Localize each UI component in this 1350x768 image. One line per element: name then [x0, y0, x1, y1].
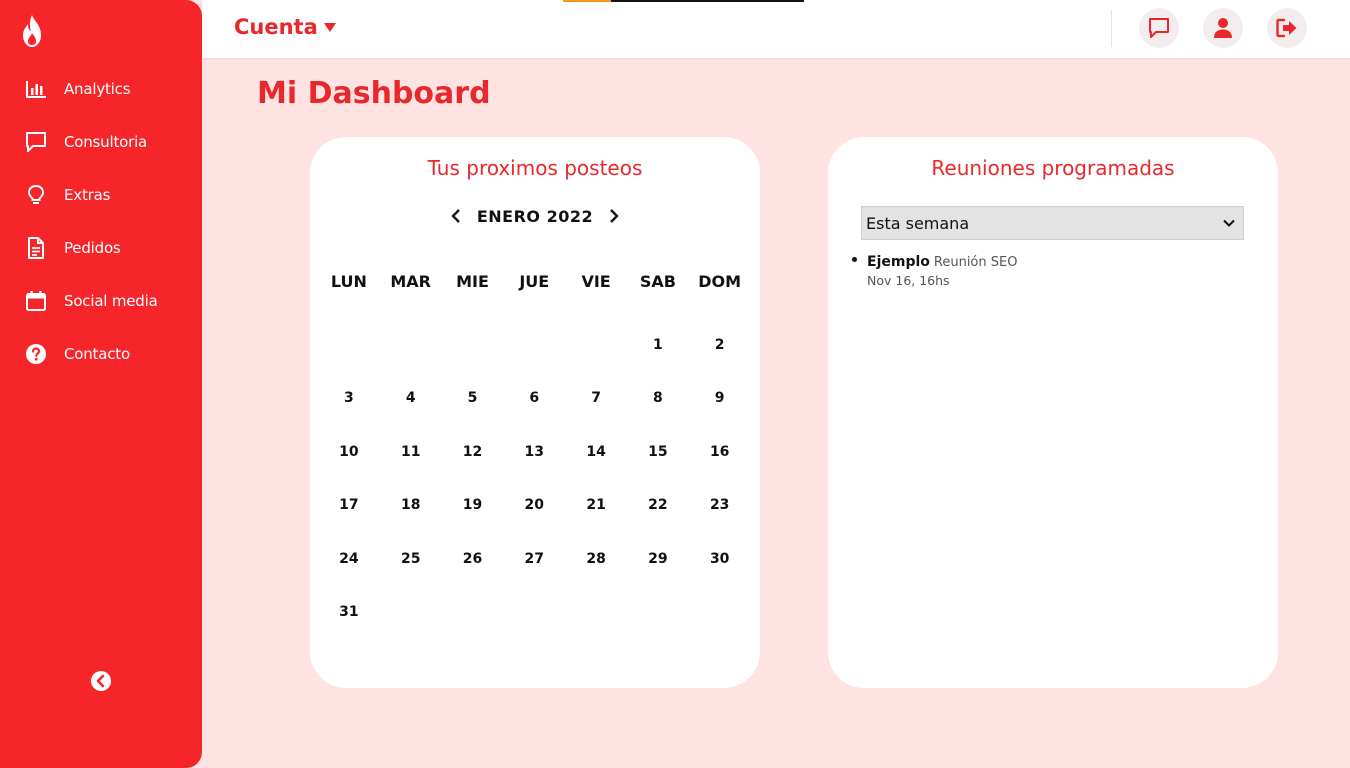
calendar-icon	[24, 289, 48, 313]
profile-button[interactable]	[1203, 8, 1243, 48]
weekday-label: DOM	[698, 271, 742, 291]
calendar-day[interactable]: 10	[318, 444, 380, 460]
question-circle-icon	[24, 342, 48, 366]
bar-chart-icon	[24, 77, 48, 101]
calendar-day[interactable]: 11	[380, 444, 442, 460]
calendar-week: 3 4 5 6 7 8 9	[318, 372, 751, 426]
calendar-grid: LUN MAR MIE JUE VIE SAB DOM 1 2 3 4 5 6 …	[318, 264, 751, 639]
calendar-week: 10 11 12 13 14 15 16	[318, 425, 751, 479]
weekday-label: MIE	[456, 271, 489, 291]
calendar-day[interactable]: 31	[318, 604, 380, 620]
calendar-day[interactable]: 4	[380, 390, 442, 406]
calendar-day[interactable]: 26	[442, 551, 504, 567]
calendar-day[interactable]: 18	[380, 497, 442, 513]
sidebar: Analytics Consultoria Extras Pedidos Soc…	[0, 0, 202, 768]
calendar-day[interactable]: 1	[627, 337, 689, 353]
calendar-week: 31	[318, 586, 751, 640]
weekday-label: LUN	[330, 271, 367, 291]
page-title: Mi Dashboard	[257, 76, 491, 111]
calendar-day[interactable]: 28	[565, 551, 627, 567]
logout-button[interactable]	[1267, 8, 1307, 48]
messages-button[interactable]	[1139, 8, 1179, 48]
progress-fill	[563, 0, 612, 2]
sidebar-item-consultoria[interactable]: Consultoria	[0, 115, 202, 168]
calendar-day[interactable]: 29	[627, 551, 689, 567]
chevron-left-circle-icon	[91, 671, 111, 691]
select-value: Esta semana	[866, 213, 970, 233]
sidebar-item-label: Contacto	[64, 344, 130, 363]
calendar-week: 1 2	[318, 318, 751, 372]
calendar-week: 24 25 26 27 28 29 30	[318, 532, 751, 586]
calendar-month-nav: ENERO 2022	[310, 204, 760, 228]
sidebar-item-label: Pedidos	[64, 238, 121, 257]
top-bar: Cuenta	[202, 0, 1350, 58]
calendar-day[interactable]: 30	[689, 551, 751, 567]
calendar-day[interactable]: 19	[442, 497, 504, 513]
chat-bubble-icon	[1149, 18, 1169, 38]
sidebar-item-label: Social media	[64, 291, 158, 310]
weekday-label: SAB	[639, 271, 676, 291]
calendar-day[interactable]: 23	[689, 497, 751, 513]
bullet	[852, 257, 857, 262]
flame-logo-icon[interactable]	[20, 14, 44, 48]
calendar-weekday-header: LUN MAR MIE JUE VIE SAB DOM	[318, 264, 751, 298]
calendar-day[interactable]: 21	[565, 497, 627, 513]
meetings-card-title: Reuniones programadas	[931, 156, 1175, 180]
document-icon	[24, 236, 48, 260]
chevron-down-icon	[1223, 219, 1235, 227]
calendar-day[interactable]: 16	[689, 444, 751, 460]
sidebar-item-label: Consultoria	[64, 132, 148, 151]
sidebar-item-contacto[interactable]: Contacto	[0, 327, 202, 380]
account-label: Cuenta	[234, 15, 318, 39]
progress-bar	[563, 0, 804, 2]
lightbulb-icon	[24, 183, 48, 207]
meeting-list-item[interactable]: Ejemplo Reunión SEO Nov 16, 16hs	[852, 254, 1232, 288]
prev-month-button[interactable]	[445, 204, 467, 228]
calendar-day[interactable]: 6	[503, 390, 565, 406]
caret-down-icon	[323, 22, 336, 32]
sidebar-item-analytics[interactable]: Analytics	[0, 62, 202, 115]
calendar-day[interactable]: 8	[627, 390, 689, 406]
weekday-label: JUE	[519, 271, 550, 291]
collapse-sidebar-button[interactable]	[90, 670, 112, 692]
weekday-label: MAR	[390, 271, 431, 291]
calendar-month-label: ENERO 2022	[476, 206, 594, 226]
next-month-button[interactable]	[603, 204, 625, 228]
meeting-name: Ejemplo	[867, 254, 930, 270]
sidebar-item-extras[interactable]: Extras	[0, 168, 202, 221]
calendar-day[interactable]: 15	[627, 444, 689, 460]
calendar-day[interactable]: 17	[318, 497, 380, 513]
calendar-day[interactable]: 13	[503, 444, 565, 460]
sidebar-item-label: Analytics	[64, 79, 131, 98]
calendar-card-title: Tus proximos posteos	[427, 156, 643, 180]
calendar-day[interactable]: 20	[503, 497, 565, 513]
calendar-day[interactable]: 22	[627, 497, 689, 513]
calendar-day[interactable]: 7	[565, 390, 627, 406]
calendar-week: 17 18 19 20 21 22 23	[318, 479, 751, 533]
calendar-day[interactable]: 25	[380, 551, 442, 567]
sign-out-icon	[1276, 18, 1297, 38]
chat-bubble-icon	[24, 130, 48, 154]
user-icon	[1214, 18, 1232, 38]
calendar-day[interactable]: 24	[318, 551, 380, 567]
meeting-time: Nov 16, 16hs	[867, 273, 950, 288]
chevron-left-icon	[451, 209, 460, 223]
calendar-day[interactable]: 12	[442, 444, 504, 460]
calendar-day[interactable]: 5	[442, 390, 504, 406]
chevron-right-icon	[610, 209, 619, 223]
sidebar-item-pedidos[interactable]: Pedidos	[0, 221, 202, 274]
meetings-range-select[interactable]: Esta semana	[861, 206, 1244, 240]
calendar-day[interactable]: 14	[565, 444, 627, 460]
calendar-day[interactable]: 9	[689, 390, 751, 406]
account-menu[interactable]: Cuenta	[234, 15, 336, 39]
sidebar-item-social-media[interactable]: Social media	[0, 274, 202, 327]
sidebar-nav: Analytics Consultoria Extras Pedidos Soc…	[0, 62, 202, 380]
calendar-day[interactable]: 27	[503, 551, 565, 567]
sidebar-item-label: Extras	[64, 185, 111, 204]
calendar-day[interactable]: 3	[318, 390, 380, 406]
calendar-day[interactable]: 2	[689, 337, 751, 353]
meeting-topic: Reunión SEO	[933, 255, 1018, 270]
divider	[1111, 10, 1112, 47]
weekday-label: VIE	[581, 271, 611, 291]
